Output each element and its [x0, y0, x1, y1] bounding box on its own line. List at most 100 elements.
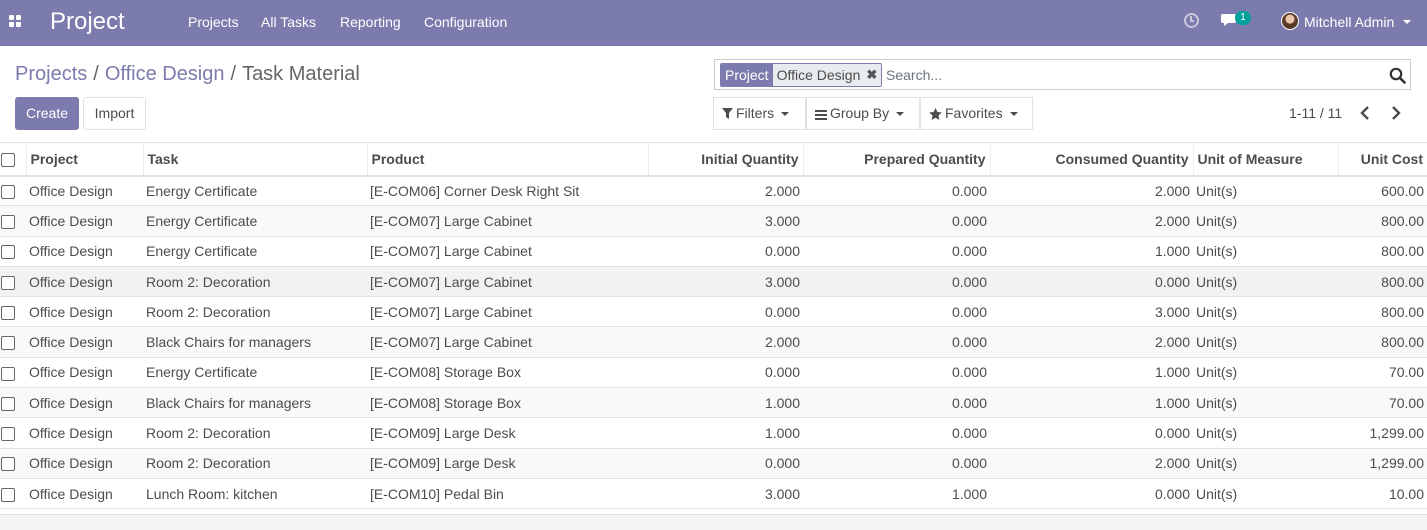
column-header-unit-of-measure[interactable]: Unit of Measure: [1192, 142, 1338, 177]
cell-initial-quantity[interactable]: 2.000: [648, 176, 803, 206]
cell-product[interactable]: [E-COM07] Large Cabinet: [367, 206, 648, 236]
menu-reporting[interactable]: Reporting: [340, 14, 401, 30]
cell-consumed-quantity[interactable]: 0.000: [990, 478, 1193, 508]
column-header-unit-cost[interactable]: Unit Cost: [1337, 142, 1427, 177]
breadcrumb-projects[interactable]: Projects: [15, 63, 87, 85]
table-row[interactable]: Office Design Room 2: Decoration [E-COM07]…: [0, 266, 1427, 297]
activity-clock-icon[interactable]: [1184, 13, 1199, 28]
cell-project[interactable]: Office Design: [26, 418, 143, 448]
cell-project[interactable]: Office Design: [26, 478, 143, 508]
cell-unit-of-measure[interactable]: Unit(s): [1193, 266, 1338, 296]
menu-configuration[interactable]: Configuration: [424, 14, 507, 30]
cell-unit-of-measure[interactable]: Unit(s): [1193, 388, 1338, 418]
cell-unit-cost[interactable]: 10.00: [1338, 478, 1427, 508]
cell-initial-quantity[interactable]: 2.000: [648, 327, 803, 357]
cell-unit-of-measure[interactable]: Unit(s): [1193, 176, 1338, 206]
pager-next-icon[interactable]: [1385, 103, 1405, 123]
cell-task[interactable]: Room 2: Decoration: [143, 448, 367, 478]
cell-unit-cost[interactable]: 800.00: [1338, 236, 1427, 266]
table-row[interactable]: Office Design Black Chairs for managers [E…: [0, 326, 1427, 358]
cell-unit-of-measure[interactable]: Unit(s): [1193, 357, 1338, 387]
cell-task[interactable]: Energy Certificate: [143, 236, 367, 266]
cell-task[interactable]: Room 2: Decoration: [143, 418, 367, 448]
menu-projects[interactable]: Projects: [188, 14, 239, 30]
user-avatar[interactable]: [1281, 12, 1299, 30]
table-row[interactable]: Office Design Room 2: Decoration [E-COM09]…: [0, 448, 1427, 479]
table-row[interactable]: Office Design Energy Certificate [E-COM07]…: [0, 205, 1427, 237]
cell-prepared-quantity[interactable]: 0.000: [803, 448, 990, 478]
cell-unit-cost[interactable]: 70.00: [1338, 357, 1427, 387]
row-checkbox[interactable]: [1, 305, 15, 320]
cell-unit-of-measure[interactable]: Unit(s): [1193, 236, 1338, 266]
cell-unit-of-measure[interactable]: Unit(s): [1193, 206, 1338, 236]
search-input[interactable]: [886, 64, 1386, 86]
table-row[interactable]: Office Design Energy Certificate [E-COM07]…: [0, 236, 1427, 267]
cell-unit-of-measure[interactable]: Unit(s): [1193, 327, 1338, 357]
cell-project[interactable]: Office Design: [26, 297, 143, 327]
cell-consumed-quantity[interactable]: 1.000: [990, 357, 1193, 387]
cell-task[interactable]: Room 2: Decoration: [143, 297, 367, 327]
user-menu[interactable]: Mitchell Admin: [1304, 14, 1394, 30]
cell-prepared-quantity[interactable]: 0.000: [803, 236, 990, 266]
group-by-button[interactable]: Group By: [806, 97, 920, 130]
column-header-product[interactable]: Product: [366, 142, 648, 177]
cell-project[interactable]: Office Design: [26, 327, 143, 357]
cell-task[interactable]: Black Chairs for managers: [143, 388, 367, 418]
search-icon[interactable]: [1389, 67, 1406, 84]
favorites-button[interactable]: Favorites: [920, 97, 1033, 130]
cell-product[interactable]: [E-COM08] Storage Box: [367, 388, 648, 418]
cell-unit-cost[interactable]: 800.00: [1338, 297, 1427, 327]
cell-unit-cost[interactable]: 1,299.00: [1338, 448, 1427, 478]
facet-remove-icon[interactable]: ✖: [864, 64, 882, 86]
cell-unit-of-measure[interactable]: Unit(s): [1193, 418, 1338, 448]
select-all-checkbox[interactable]: [1, 152, 15, 167]
cell-initial-quantity[interactable]: 0.000: [648, 236, 803, 266]
cell-product[interactable]: [E-COM09] Large Desk: [367, 418, 648, 448]
table-row[interactable]: Office Design Lunch Room: kitchen [E-COM10…: [0, 478, 1427, 509]
cell-unit-cost[interactable]: 800.00: [1338, 327, 1427, 357]
cell-project[interactable]: Office Design: [26, 266, 143, 296]
cell-prepared-quantity[interactable]: 0.000: [803, 327, 990, 357]
row-checkbox[interactable]: [1, 427, 15, 442]
cell-unit-cost[interactable]: 1,299.00: [1338, 418, 1427, 448]
column-header-prepared-quantity[interactable]: Prepared Quantity: [802, 142, 990, 177]
cell-prepared-quantity[interactable]: 1.000: [803, 478, 990, 508]
cell-prepared-quantity[interactable]: 0.000: [803, 357, 990, 387]
cell-prepared-quantity[interactable]: 0.000: [803, 388, 990, 418]
cell-initial-quantity[interactable]: 0.000: [648, 297, 803, 327]
cell-initial-quantity[interactable]: 3.000: [648, 266, 803, 296]
column-header-task[interactable]: Task: [142, 142, 367, 177]
cell-project[interactable]: Office Design: [26, 357, 143, 387]
row-checkbox[interactable]: [1, 185, 15, 200]
menu-all-tasks[interactable]: All Tasks: [261, 14, 316, 30]
cell-initial-quantity[interactable]: 1.000: [648, 388, 803, 418]
cell-prepared-quantity[interactable]: 0.000: [803, 297, 990, 327]
cell-unit-cost[interactable]: 600.00: [1338, 176, 1427, 206]
row-checkbox[interactable]: [1, 275, 15, 290]
apps-menu-icon[interactable]: [9, 15, 21, 27]
cell-product[interactable]: [E-COM08] Storage Box: [367, 357, 648, 387]
column-header-consumed-quantity[interactable]: Consumed Quantity: [989, 142, 1193, 177]
pager-value[interactable]: 1-11 / 11: [1289, 105, 1342, 121]
cell-initial-quantity[interactable]: 1.000: [648, 418, 803, 448]
cell-task[interactable]: Black Chairs for managers: [143, 327, 367, 357]
cell-unit-of-measure[interactable]: Unit(s): [1193, 478, 1338, 508]
cell-consumed-quantity[interactable]: 2.000: [990, 176, 1193, 206]
cell-consumed-quantity[interactable]: 1.000: [990, 236, 1193, 266]
table-row[interactable]: Office Design Room 2: Decoration [E-COM09]…: [0, 417, 1427, 449]
cell-consumed-quantity[interactable]: 3.000: [990, 297, 1193, 327]
cell-initial-quantity[interactable]: 3.000: [648, 478, 803, 508]
cell-task[interactable]: Lunch Room: kitchen: [143, 478, 367, 508]
cell-product[interactable]: [E-COM09] Large Desk: [367, 448, 648, 478]
cell-product[interactable]: [E-COM06] Corner Desk Right Sit: [367, 176, 648, 206]
cell-initial-quantity[interactable]: 0.000: [648, 448, 803, 478]
cell-product[interactable]: [E-COM10] Pedal Bin: [367, 478, 648, 508]
cell-task[interactable]: Room 2: Decoration: [143, 266, 367, 296]
cell-product[interactable]: [E-COM07] Large Cabinet: [367, 266, 648, 296]
cell-initial-quantity[interactable]: 0.000: [648, 357, 803, 387]
cell-prepared-quantity[interactable]: 0.000: [803, 176, 990, 206]
pager-previous-icon[interactable]: [1356, 103, 1376, 123]
cell-task[interactable]: Energy Certificate: [143, 176, 367, 206]
table-row[interactable]: Office Design Energy Certificate [E-COM08]…: [0, 357, 1427, 388]
cell-consumed-quantity[interactable]: 0.000: [990, 266, 1193, 296]
